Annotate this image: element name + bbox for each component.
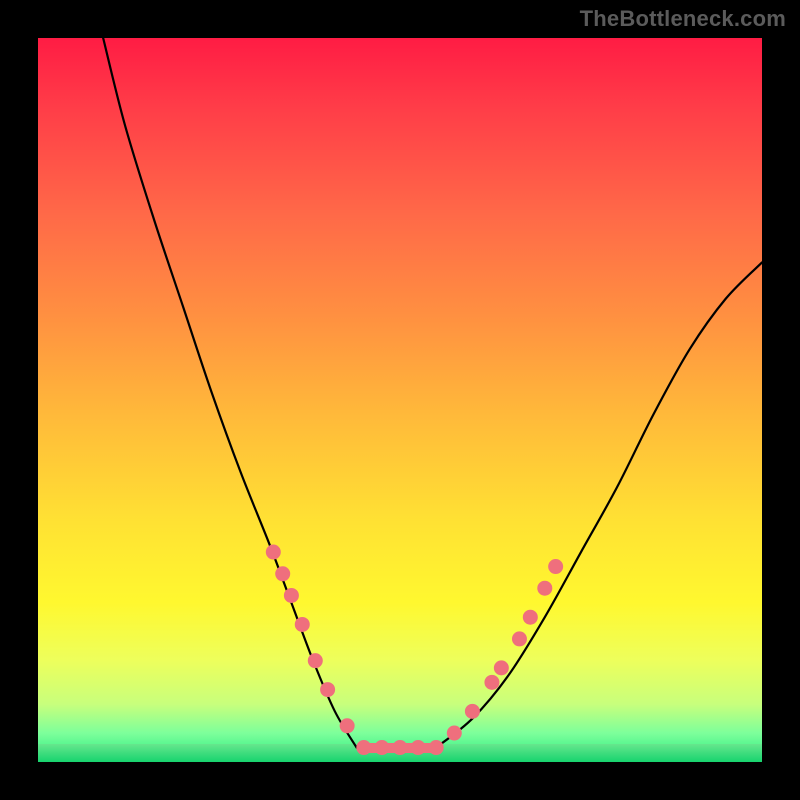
data-point bbox=[266, 545, 281, 560]
curve-right bbox=[436, 262, 762, 747]
data-point bbox=[340, 718, 355, 733]
chart-svg bbox=[38, 38, 762, 762]
curve-left bbox=[103, 38, 356, 748]
data-point bbox=[308, 653, 323, 668]
data-point bbox=[512, 631, 527, 646]
data-point bbox=[275, 566, 290, 581]
data-points bbox=[266, 545, 563, 755]
data-point bbox=[537, 581, 552, 596]
data-point bbox=[465, 704, 480, 719]
data-point bbox=[548, 559, 563, 574]
data-point bbox=[523, 610, 538, 625]
outer-frame: TheBottleneck.com bbox=[0, 0, 800, 800]
flat-bottom-segment bbox=[357, 743, 437, 753]
data-point bbox=[494, 660, 509, 675]
attribution-text: TheBottleneck.com bbox=[580, 6, 786, 32]
data-point bbox=[284, 588, 299, 603]
plot-area bbox=[38, 38, 762, 762]
data-point bbox=[295, 617, 310, 632]
data-point bbox=[320, 682, 335, 697]
data-point bbox=[447, 726, 462, 741]
data-point bbox=[484, 675, 499, 690]
